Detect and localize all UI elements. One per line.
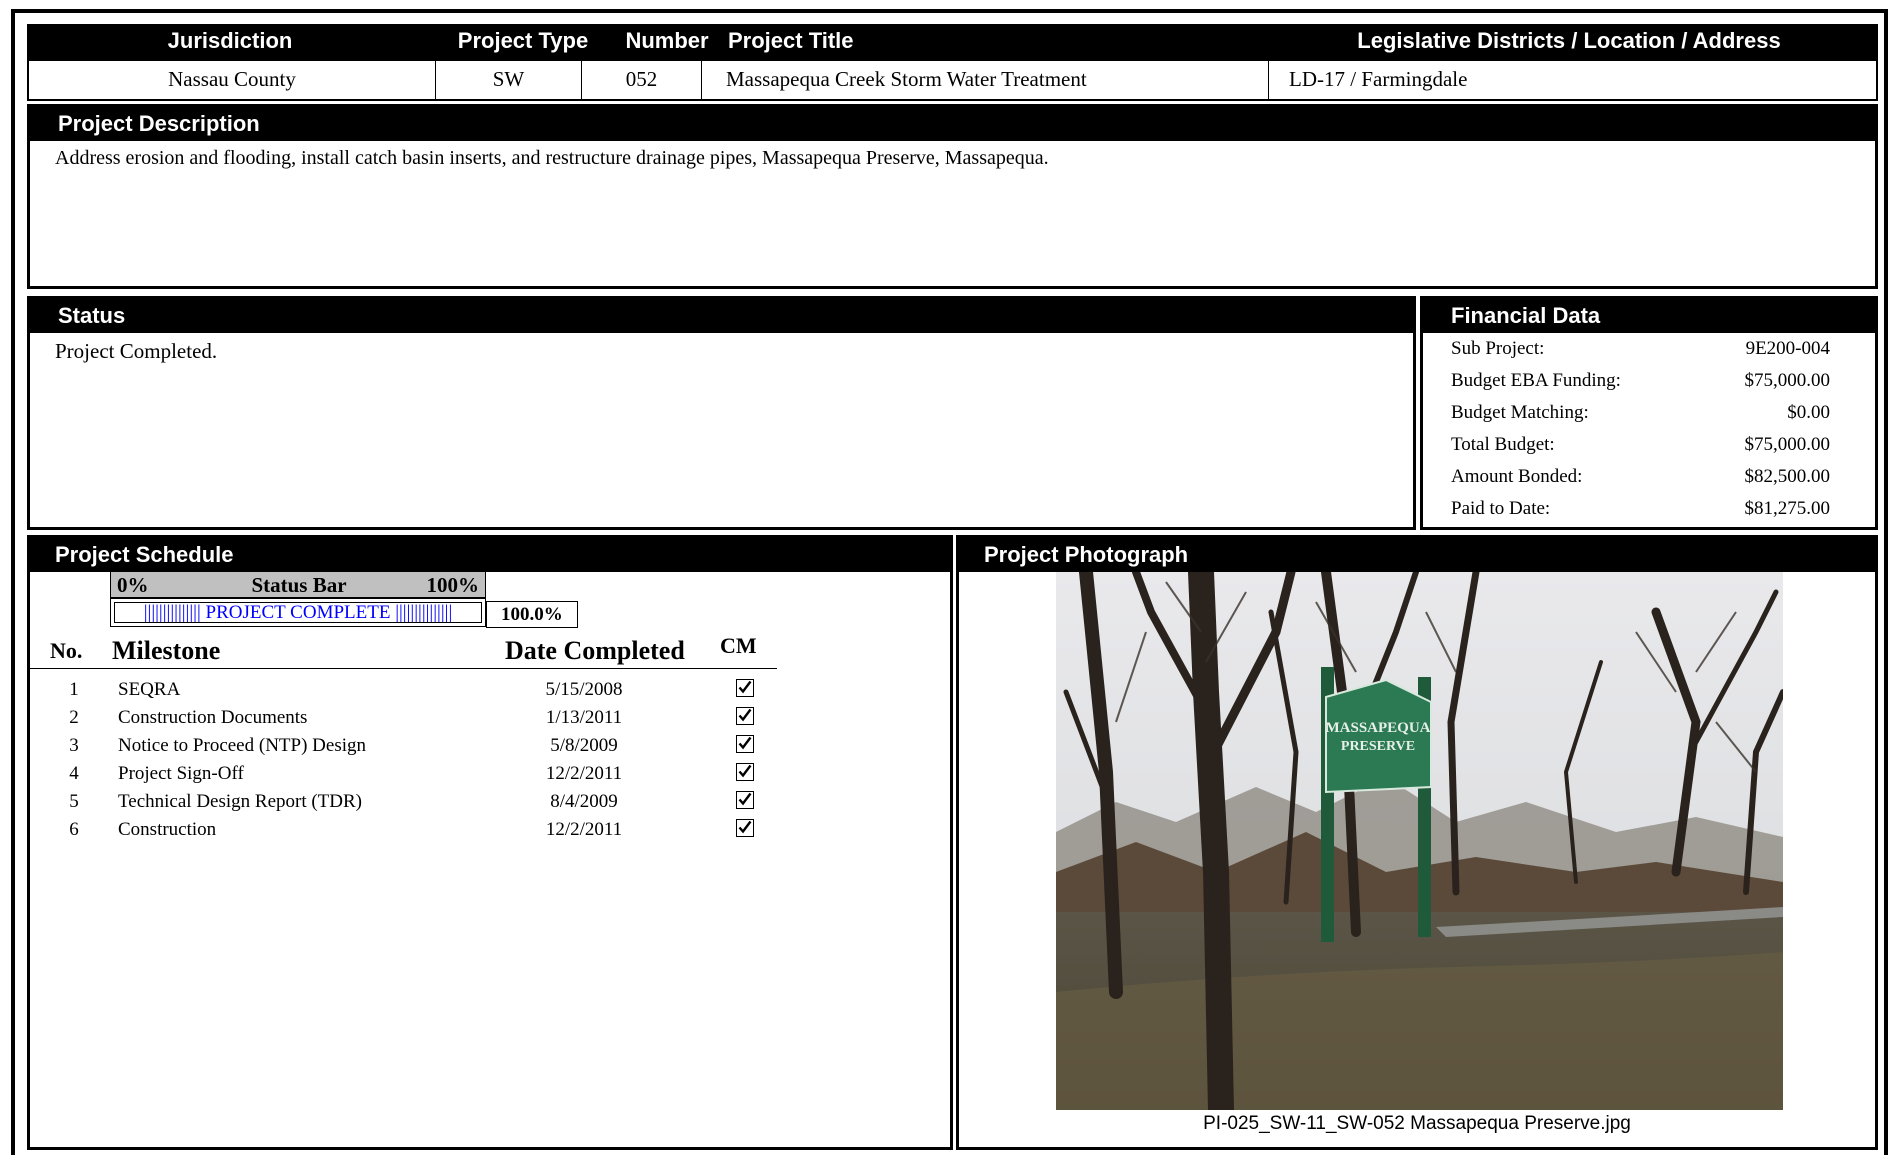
financial-row-total-budget: Total Budget: $75,000.00: [1451, 434, 1830, 455]
milestone-table-header: No. Milestone Date Completed CM: [30, 633, 777, 669]
project-photo: MASSAPEQUA PRESERVE: [1056, 572, 1783, 1110]
sign-line-1: MASSAPEQUA: [1325, 720, 1430, 736]
cm-checkbox[interactable]: [736, 791, 754, 809]
project-description-text: Address erosion and flooding, install ca…: [55, 147, 1049, 169]
checkmark-icon: [738, 736, 752, 750]
col-project-title-label: Project Title: [728, 28, 854, 53]
status-box: Status Project Completed.: [27, 296, 1416, 530]
checkmark-icon: [738, 820, 752, 834]
col-project-type-label: Project Type: [457, 28, 589, 53]
checkmark-icon: [738, 764, 752, 778]
project-schedule-box: Project Schedule 0% Status Bar 100% ||||…: [27, 535, 953, 1150]
project-photograph-title: Project Photograph: [984, 542, 1189, 567]
project-description-title: Project Description: [58, 111, 260, 136]
financial-row-budget-eba: Budget EBA Funding: $75,000.00: [1451, 370, 1830, 391]
project-photograph-box: Project Photograph MASSAPEQUA PRESERVE P…: [956, 535, 1878, 1150]
photo-caption: PI-025_SW-11_SW-052 Massapequa Preserve.…: [1203, 1113, 1631, 1134]
milestone-row: 1 SEQRA 5/15/2008: [30, 676, 810, 704]
col-no-label: No.: [50, 638, 83, 663]
status-text: Project Completed.: [55, 339, 218, 363]
cm-checkbox[interactable]: [736, 707, 754, 725]
financial-row-sub-project: Sub Project: 9E200-004: [1451, 338, 1830, 359]
milestone-row: 6 Construction 12/2/2011: [30, 816, 810, 844]
status-bar-max-label: 100%: [426, 573, 480, 597]
milestone-row: 4 Project Sign-Off 12/2/2011: [30, 760, 810, 788]
financial-row-budget-matching: Budget Matching: $0.00: [1451, 402, 1830, 423]
checkmark-icon: [738, 680, 752, 694]
project-schedule-header: Project Schedule: [30, 538, 950, 572]
project-description-box: Project Description Address erosion and …: [27, 104, 1878, 289]
financial-row-paid-to-date: Paid to Date: $81,275.00: [1451, 498, 1830, 519]
jurisdiction-value: Nassau County: [29, 61, 436, 99]
status-bar-track: ||||||||||||||| PROJECT COMPLETE |||||||…: [110, 598, 486, 627]
col-milestone-label: Milestone: [112, 636, 221, 665]
cm-checkbox[interactable]: [736, 819, 754, 837]
col-number-label: Number: [625, 28, 709, 53]
financial-data-rows: Sub Project: 9E200-004 Budget EBA Fundin…: [1423, 333, 1875, 528]
project-title-value: Massapequa Creek Storm Water Treatment: [702, 61, 1269, 99]
cm-checkbox[interactable]: [736, 735, 754, 753]
checkmark-icon: [738, 792, 752, 806]
financial-data-title: Financial Data: [1451, 303, 1601, 328]
status-header: Status: [30, 299, 1413, 333]
milestone-row: 5 Technical Design Report (TDR) 8/4/2009: [30, 788, 810, 816]
project-description-header: Project Description: [30, 107, 1875, 141]
location-value: LD-17 / Farmingdale: [1289, 67, 1468, 91]
status-title: Status: [58, 303, 126, 328]
financial-data-box: Financial Data Sub Project: 9E200-004 Bu…: [1420, 296, 1878, 530]
cm-checkbox[interactable]: [736, 679, 754, 697]
col-cm-label: CM: [720, 633, 757, 658]
cm-checkbox[interactable]: [736, 763, 754, 781]
financial-row-amount-bonded: Amount Bonded: $82,500.00: [1451, 466, 1830, 487]
checkmark-icon: [738, 708, 752, 722]
milestone-list: 1 SEQRA 5/15/2008 2 Construction Documen…: [30, 676, 810, 856]
financial-data-header: Financial Data: [1423, 299, 1875, 333]
status-bar-percent: 100.0%: [486, 601, 578, 628]
number-value: 052: [582, 61, 702, 99]
col-jurisdiction-label: Jurisdiction: [167, 28, 293, 53]
project-photograph-header: Project Photograph: [959, 538, 1875, 572]
col-location-label: Legislative Districts / Location / Addre…: [1357, 28, 1781, 53]
status-bar-text: ||||||||||||||| PROJECT COMPLETE |||||||…: [143, 602, 453, 623]
col-date-completed-label: Date Completed: [505, 636, 685, 665]
header-values-row: Nassau County SW 052 Massapequa Creek St…: [27, 61, 1878, 101]
status-bar-labels: 0% Status Bar 100%: [110, 571, 486, 598]
project-schedule-title: Project Schedule: [55, 542, 234, 567]
project-header-table: Jurisdiction Project Type Number Project…: [27, 24, 1878, 101]
milestone-row: 2 Construction Documents 1/13/2011: [30, 704, 810, 732]
sign-line-2: PRESERVE: [1341, 739, 1415, 754]
project-type-value: SW: [436, 61, 582, 99]
header-column-labels: Jurisdiction Project Type Number Project…: [27, 24, 1878, 61]
milestone-row: 3 Notice to Proceed (NTP) Design 5/8/200…: [30, 732, 810, 760]
